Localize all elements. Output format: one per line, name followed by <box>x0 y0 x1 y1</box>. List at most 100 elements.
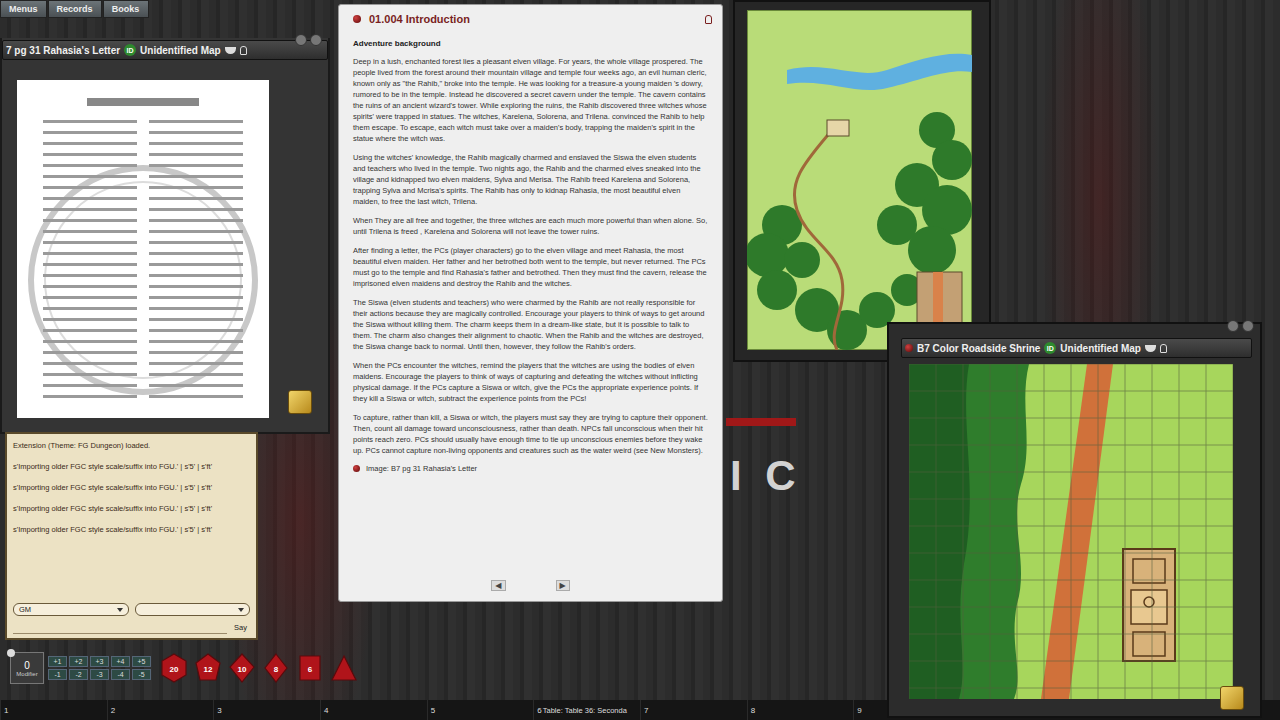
hotkey-slot[interactable]: 4 <box>320 700 427 720</box>
window-controls <box>295 34 322 46</box>
mask-icon[interactable] <box>225 47 236 54</box>
story-nav: ◀▶ <box>339 580 722 601</box>
window-controls <box>1227 320 1254 332</box>
die-icon[interactable] <box>331 653 357 683</box>
story-paragraph: When They are all free and together, the… <box>353 215 708 237</box>
modifier-button[interactable]: +5 <box>132 656 151 667</box>
story-paragraph: The Siswa (elven students and teachers) … <box>353 297 708 352</box>
svg-text:12: 12 <box>204 665 213 674</box>
mode-select[interactable] <box>135 603 251 616</box>
image-window[interactable]: 7 pg 31 Rahasia's LetterIDUnidentified M… <box>0 38 330 434</box>
id-badge[interactable]: ID <box>1044 342 1056 354</box>
hotkey-slot[interactable]: 8 <box>747 700 854 720</box>
menu-button[interactable]: Menus <box>0 0 47 18</box>
mask-icon[interactable] <box>1145 345 1156 352</box>
hotkey-number: 6 <box>537 706 541 715</box>
window-title: B7 Color Roadside Shrine <box>917 343 1040 354</box>
modifier-value: 0 <box>24 660 30 671</box>
svg-text:8: 8 <box>274 665 279 674</box>
backdrop-text: I C <box>730 452 822 500</box>
window-title-bar[interactable]: B7 Color Roadside Shrine ID Unidentified M… <box>901 338 1252 358</box>
chat-message: s'Importing older FGC style scale/suffix… <box>13 524 250 535</box>
nav-button[interactable]: ▶ <box>556 580 570 591</box>
modifier-button[interactable]: -3 <box>90 669 109 680</box>
chat-message: s'Importing older FGC style scale/suffix… <box>13 461 250 472</box>
image-area <box>2 60 328 418</box>
chat-window: Extension (Theme: FG Dungeon) loaded. s'I… <box>5 432 258 640</box>
lock-icon[interactable] <box>1160 344 1167 353</box>
die-icon[interactable]: 10 <box>229 653 255 683</box>
hotkey-slot[interactable]: 5 <box>427 700 534 720</box>
lock-icon[interactable] <box>240 46 247 55</box>
chat-input-row: Say <box>13 620 250 634</box>
hotkey-number: 8 <box>751 706 755 715</box>
hotkey-number: 5 <box>431 706 435 715</box>
letter-image <box>17 80 269 418</box>
modifier-button[interactable]: -2 <box>69 669 88 680</box>
story-heading: Adventure background <box>353 39 708 48</box>
modifier-button[interactable]: +1 <box>48 656 67 667</box>
menu-button[interactable]: Books <box>103 0 149 18</box>
dice-row: 20 12 10 8 6 <box>161 653 357 683</box>
modifier-button[interactable]: +4 <box>111 656 130 667</box>
nav-button[interactable]: ◀ <box>491 580 505 591</box>
link-icon[interactable] <box>353 15 361 23</box>
modifier-button[interactable]: +3 <box>90 656 109 667</box>
menu-button[interactable]: Records <box>48 0 102 18</box>
dropdown-icon <box>238 608 244 612</box>
close-icon[interactable] <box>310 34 322 46</box>
say-button[interactable]: Say <box>231 622 250 633</box>
story-body: Adventure background Deep in a lush, ench… <box>339 29 722 580</box>
map-window[interactable] <box>733 0 991 362</box>
svg-text:6: 6 <box>308 665 313 674</box>
clear-icon[interactable] <box>7 649 15 657</box>
chat-message: s'Importing older FGC style scale/suffix… <box>13 503 250 514</box>
die-icon[interactable]: 20 <box>161 653 187 683</box>
svg-text:20: 20 <box>170 665 179 674</box>
close-icon[interactable] <box>1242 320 1254 332</box>
hotkey-slot[interactable]: 7 <box>640 700 747 720</box>
lock-icon[interactable] <box>705 15 712 24</box>
modifier-button[interactable]: -4 <box>111 669 130 680</box>
image-link[interactable]: Image: B7 pg 31 Rahasia's Letter <box>353 464 708 473</box>
hotkey-slot[interactable]: 3 <box>213 700 320 720</box>
link-icon[interactable] <box>905 344 913 352</box>
outdoor-map-image <box>747 10 972 350</box>
resize-icon[interactable] <box>288 390 312 414</box>
modifier-button[interactable]: +2 <box>69 656 88 667</box>
modifier-button[interactable]: -1 <box>48 669 67 680</box>
modifier-box[interactable]: 0Modifier <box>10 652 44 684</box>
hotkey-slot[interactable]: 2 <box>107 700 214 720</box>
hotkey-slot[interactable]: 1 <box>0 700 107 720</box>
chat-message: s'Importing older FGC style scale/suffix… <box>13 482 250 493</box>
table-label: Table: Table 36: Seconda <box>543 706 627 715</box>
minus-row: -1-2-3-4-5 <box>48 669 151 680</box>
hotkey-slot[interactable]: 6Table: Table 36: Seconda <box>533 700 640 720</box>
id-badge[interactable]: ID <box>124 44 136 56</box>
resize-icon[interactable] <box>1220 686 1244 710</box>
dropdown-icon <box>117 608 123 612</box>
identity-select[interactable]: GM <box>13 603 129 616</box>
menu-bar: MenusRecordsBooks <box>0 0 149 18</box>
id-label: Unidentified Map <box>1060 343 1141 354</box>
window-title-bar[interactable]: 7 pg 31 Rahasia's LetterIDUnidentified M… <box>2 40 328 60</box>
die-icon[interactable]: 12 <box>195 653 221 683</box>
story-paragraph: After finding a letter, the PCs (player … <box>353 245 708 289</box>
image-area <box>889 358 1260 699</box>
id-label: Unidentified Map <box>140 45 221 56</box>
chat-message: Extension (Theme: FG Dungeon) loaded. <box>13 440 250 451</box>
die-icon[interactable]: 6 <box>297 653 323 683</box>
map-window[interactable]: B7 Color Roadside Shrine ID Unidentified M… <box>887 322 1262 718</box>
minimize-icon[interactable] <box>1227 320 1239 332</box>
hotkey-number: 4 <box>324 706 328 715</box>
window-title-bar[interactable]: 01.004 Introduction <box>339 5 722 29</box>
minimize-icon[interactable] <box>295 34 307 46</box>
chat-input[interactable] <box>13 620 227 634</box>
backdrop-stripe <box>726 418 796 426</box>
modifier-button[interactable]: -5 <box>132 669 151 680</box>
die-icon[interactable]: 8 <box>263 653 289 683</box>
story-window[interactable]: 01.004 Introduction Adventure background D… <box>338 4 723 602</box>
hotkey-number: 3 <box>217 706 221 715</box>
story-paragraph: Deep in a lush, enchanted forest lies a … <box>353 56 708 144</box>
chat-selects: GM <box>13 603 250 616</box>
